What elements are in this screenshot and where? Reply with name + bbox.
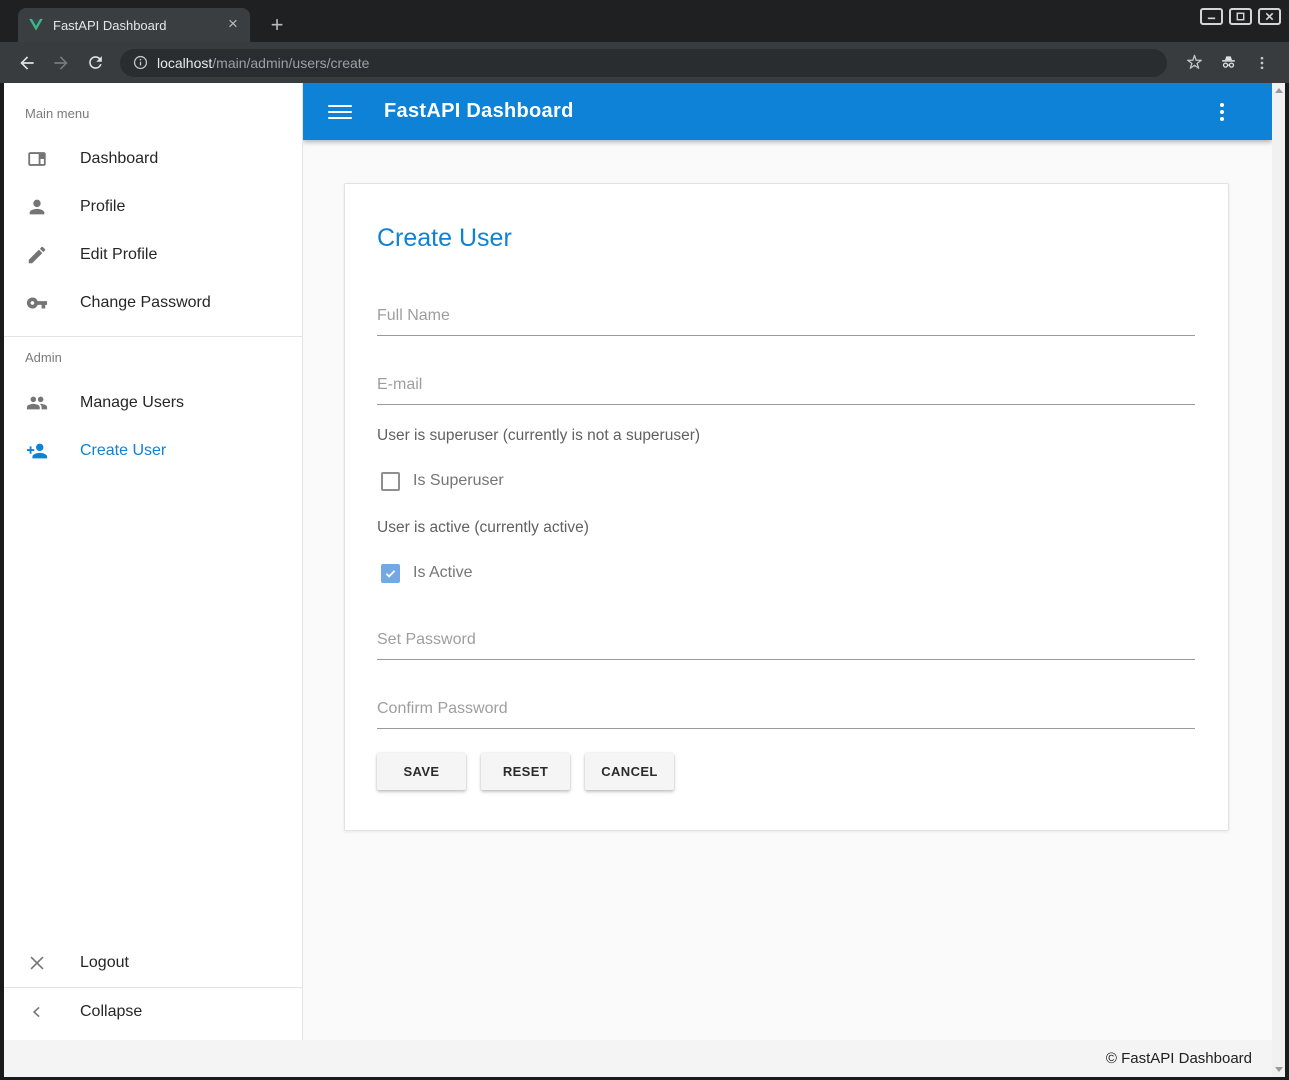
superuser-hint: User is superuser (currently is not a su… bbox=[377, 427, 1195, 445]
superuser-checkbox[interactable] bbox=[381, 472, 400, 491]
close-window-button[interactable] bbox=[1258, 8, 1281, 25]
tab-close-icon[interactable]: × bbox=[224, 16, 242, 34]
url-bar[interactable]: localhost/main/admin/users/create bbox=[120, 49, 1167, 77]
scroll-up-icon[interactable] bbox=[1275, 88, 1283, 93]
back-icon bbox=[17, 53, 37, 73]
browser-window: FastAPI Dashboard × + bbox=[0, 0, 1289, 1080]
url-host: localhost bbox=[157, 55, 212, 71]
active-checkbox-row[interactable]: Is Active bbox=[377, 561, 1195, 585]
full-name-field-wrap bbox=[377, 303, 1195, 336]
sidebar-item-manage-users[interactable]: Manage Users bbox=[4, 379, 302, 427]
sidebar-item-profile[interactable]: Profile bbox=[4, 183, 302, 231]
key-icon bbox=[25, 291, 49, 315]
sidebar-item-edit-profile[interactable]: Edit Profile bbox=[4, 231, 302, 279]
form-actions: SAVE RESET CANCEL bbox=[377, 751, 1195, 790]
app-viewport: Main menu Dashboard Profile bbox=[4, 83, 1285, 1077]
person-icon bbox=[25, 195, 49, 219]
sidebar-item-dashboard[interactable]: Dashboard bbox=[4, 135, 302, 183]
reload-icon bbox=[86, 53, 105, 72]
email-input[interactable] bbox=[377, 372, 1195, 405]
sidebar-item-label: Profile bbox=[80, 198, 125, 216]
set-password-input[interactable] bbox=[377, 627, 1195, 660]
set-password-field-wrap bbox=[377, 627, 1195, 660]
cancel-button[interactable]: CANCEL bbox=[585, 753, 674, 790]
check-icon bbox=[384, 567, 397, 580]
email-field-wrap bbox=[377, 372, 1195, 405]
reset-button[interactable]: RESET bbox=[481, 753, 570, 790]
close-icon bbox=[25, 951, 49, 975]
active-checkbox[interactable] bbox=[381, 564, 400, 583]
superuser-checkbox-row[interactable]: Is Superuser bbox=[377, 469, 1195, 493]
sidebar-item-label: Edit Profile bbox=[80, 246, 157, 264]
sidebar-item-label: Create User bbox=[80, 442, 166, 460]
star-icon bbox=[1185, 53, 1204, 72]
page-title: Create User bbox=[377, 224, 1195, 253]
sidebar-item-logout[interactable]: Logout bbox=[4, 939, 302, 987]
full-name-input[interactable] bbox=[377, 303, 1195, 336]
confirm-password-field-wrap bbox=[377, 696, 1195, 729]
bookmark-button[interactable] bbox=[1179, 48, 1209, 78]
active-checkbox-label: Is Active bbox=[413, 564, 473, 582]
page-scrollbar[interactable] bbox=[1272, 83, 1285, 1077]
appbar-overflow-menu-button[interactable] bbox=[1210, 100, 1234, 124]
back-button[interactable] bbox=[12, 48, 42, 78]
sidebar-item-label: Manage Users bbox=[80, 394, 184, 412]
appbar: FastAPI Dashboard bbox=[303, 83, 1272, 140]
info-icon bbox=[132, 54, 149, 71]
reload-button[interactable] bbox=[80, 48, 110, 78]
appbar-title: FastAPI Dashboard bbox=[384, 100, 574, 123]
hamburger-menu-button[interactable] bbox=[328, 100, 352, 124]
people-icon bbox=[25, 391, 49, 415]
footer-copyright: © FastAPI Dashboard bbox=[1106, 1050, 1252, 1067]
chevron-left-icon bbox=[25, 1000, 49, 1024]
pencil-icon bbox=[25, 243, 49, 267]
url-path: /main/admin/users/create bbox=[212, 55, 369, 71]
dashboard-icon bbox=[25, 147, 49, 171]
create-user-card: Create User User is superuser (currently… bbox=[344, 183, 1229, 831]
browser-tab-strip: FastAPI Dashboard × + bbox=[0, 0, 1289, 42]
sidebar-item-label: Logout bbox=[80, 954, 129, 972]
person-add-icon bbox=[25, 439, 49, 463]
sidebar-item-label: Change Password bbox=[80, 294, 211, 312]
incognito-icon bbox=[1213, 48, 1243, 78]
maximize-button[interactable] bbox=[1229, 8, 1252, 25]
app-footer: © FastAPI Dashboard bbox=[4, 1040, 1272, 1077]
window-controls bbox=[1200, 8, 1281, 25]
sidebar-item-create-user[interactable]: Create User bbox=[4, 427, 302, 475]
browser-tab[interactable]: FastAPI Dashboard × bbox=[18, 8, 250, 42]
minimize-button[interactable] bbox=[1200, 8, 1223, 25]
save-button[interactable]: SAVE bbox=[377, 753, 466, 790]
sidebar-section-main-menu: Main menu bbox=[4, 83, 302, 135]
sidebar-item-change-password[interactable]: Change Password bbox=[4, 279, 302, 327]
active-hint: User is active (currently active) bbox=[377, 519, 1195, 537]
sidebar-bottom: Logout Collapse bbox=[4, 939, 302, 1040]
scroll-down-icon[interactable] bbox=[1275, 1067, 1283, 1072]
tab-title: FastAPI Dashboard bbox=[53, 18, 224, 33]
sidebar-item-label: Dashboard bbox=[80, 150, 158, 168]
confirm-password-input[interactable] bbox=[377, 696, 1195, 729]
vue-logo-icon bbox=[28, 18, 44, 33]
sidebar-item-label: Collapse bbox=[80, 1003, 142, 1021]
sidebar-item-collapse[interactable]: Collapse bbox=[4, 988, 302, 1036]
superuser-checkbox-label: Is Superuser bbox=[413, 472, 504, 490]
new-tab-button[interactable]: + bbox=[264, 15, 290, 35]
forward-button[interactable] bbox=[46, 48, 76, 78]
browser-menu-button[interactable] bbox=[1247, 48, 1277, 78]
kebab-menu-icon bbox=[1253, 54, 1271, 72]
browser-toolbar: localhost/main/admin/users/create bbox=[0, 42, 1289, 83]
sidebar-section-admin: Admin bbox=[4, 337, 302, 379]
page-content: Create User User is superuser (currently… bbox=[303, 140, 1272, 1040]
forward-icon bbox=[51, 53, 71, 73]
sidebar: Main menu Dashboard Profile bbox=[4, 83, 303, 1040]
